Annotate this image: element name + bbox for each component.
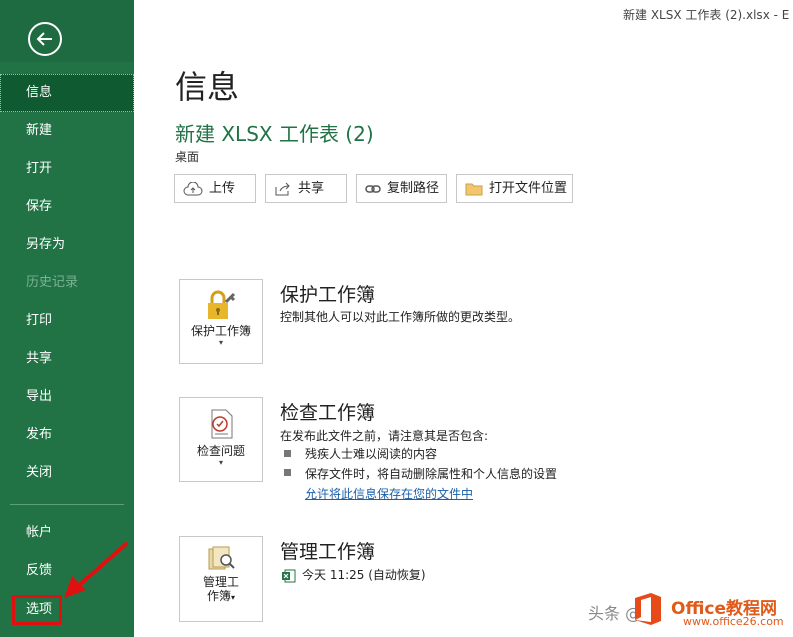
- copy-path-button[interactable]: 复制路径: [356, 174, 447, 203]
- upload-button[interactable]: 上传: [174, 174, 256, 203]
- watermark-url: www.office26.com: [683, 615, 784, 628]
- page-title: 信息: [175, 68, 240, 106]
- sidebar-item-save-as[interactable]: 另存为: [0, 226, 134, 264]
- window-title: 新建 XLSX 工作表 (2).xlsx - E: [623, 8, 790, 22]
- sidebar-item-new[interactable]: 新建: [0, 112, 134, 150]
- protect-workbook-button-label: 保护工作簿: [190, 324, 251, 338]
- manage-workbook-button[interactable]: 管理工 作簿▾: [179, 536, 263, 622]
- allow-save-info-link[interactable]: 允许将此信息保存在您的文件中: [305, 485, 473, 502]
- dropdown-caret-icon: ▾: [218, 338, 223, 347]
- inspect-bullet-1: 残疾人士难以阅读的内容: [305, 447, 438, 461]
- dropdown-caret-icon: ▾: [231, 593, 236, 602]
- sidebar-item-info[interactable]: 信息: [0, 74, 134, 112]
- protect-workbook-title: 保护工作簿: [280, 284, 376, 306]
- bullet-icon: [284, 469, 291, 476]
- share-button[interactable]: 共享: [265, 174, 347, 203]
- upload-cloud-icon: [183, 181, 203, 195]
- sidebar-item-close[interactable]: 关闭: [0, 454, 134, 492]
- sidebar-item-save[interactable]: 保存: [0, 188, 134, 226]
- autosave-version-label: 今天 11:25 (自动恢复): [302, 568, 426, 582]
- link-icon: [365, 184, 381, 193]
- sidebar-item-open[interactable]: 打开: [0, 150, 134, 188]
- document-location: 桌面: [175, 150, 200, 164]
- excel-file-icon: [282, 569, 296, 582]
- annotation-arrow-icon: [64, 542, 128, 598]
- open-file-location-label: 打开文件位置: [489, 181, 568, 196]
- office-logo-icon: [635, 593, 661, 625]
- inspect-workbook-title: 检查工作簿: [280, 402, 376, 424]
- document-name: 新建 XLSX 工作表 (2): [175, 122, 374, 146]
- protect-workbook-description: 控制其他人可以对此工作簿所做的更改类型。: [280, 310, 521, 324]
- manage-versions-icon: [208, 546, 235, 570]
- manage-workbook-button-label-1: 管理工: [202, 575, 239, 589]
- lock-key-icon: [208, 290, 236, 319]
- protect-workbook-button[interactable]: 保护工作簿 ▾: [179, 279, 263, 364]
- check-issues-button-label: 检查问题: [196, 444, 245, 458]
- sidebar-item-share[interactable]: 共享: [0, 340, 134, 378]
- manage-workbook-title: 管理工作簿: [280, 541, 376, 563]
- back-button[interactable]: [0, 0, 134, 62]
- dropdown-caret-icon: ▾: [218, 458, 223, 467]
- sidebar-divider: [10, 504, 124, 505]
- upload-label: 上传: [209, 181, 236, 196]
- back-arrow-icon: [28, 22, 62, 56]
- sidebar-item-history: 历史记录: [26, 275, 79, 290]
- inspect-bullet-2: 保存文件时，将自动删除属性和个人信息的设置: [305, 467, 558, 481]
- sidebar-item-export[interactable]: 导出: [0, 378, 134, 416]
- share-icon: [275, 182, 290, 195]
- inspect-workbook-description: 在发布此文件之前，请注意其是否包含:: [280, 429, 489, 443]
- bullet-icon: [284, 450, 291, 457]
- autosave-version-item[interactable]: 今天 11:25 (自动恢复): [282, 566, 426, 583]
- inspect-document-icon: [211, 409, 233, 439]
- open-file-location-button[interactable]: 打开文件位置: [456, 174, 573, 203]
- options-highlight-box: [12, 595, 62, 625]
- copy-path-label: 复制路径: [387, 181, 440, 196]
- sidebar-item-print[interactable]: 打印: [0, 302, 134, 340]
- sidebar-item-publish[interactable]: 发布: [0, 416, 134, 454]
- share-label: 共享: [298, 181, 325, 196]
- manage-workbook-button-label-2: 作簿: [206, 589, 231, 603]
- check-issues-button[interactable]: 检查问题 ▾: [179, 397, 263, 482]
- folder-icon: [465, 183, 483, 195]
